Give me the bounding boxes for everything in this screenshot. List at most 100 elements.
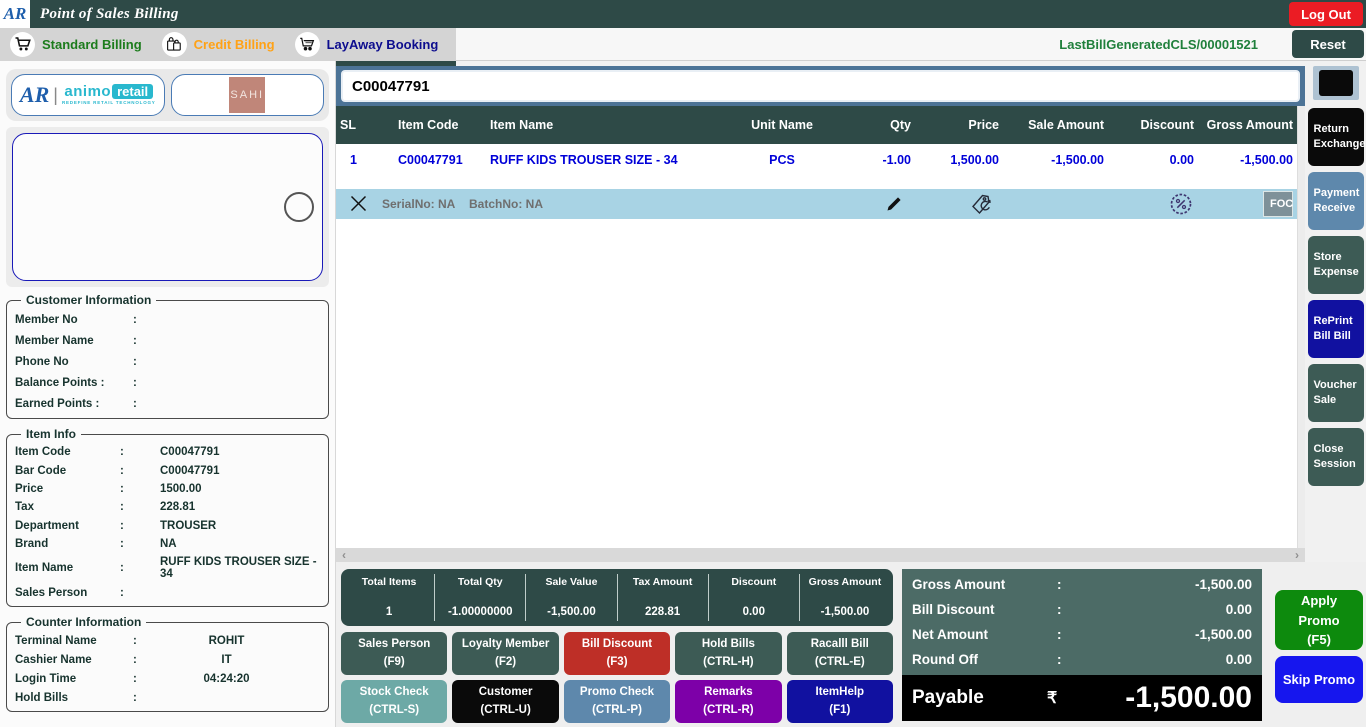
apply-promo-button[interactable]: Apply Promo (F5) [1275,590,1363,650]
reprint-bill-button[interactable]: RePrint Bill Bill [1307,300,1364,358]
info-row-item-code: Item Code : C00047791 [15,446,220,459]
app-logo-icon: AR [0,0,30,28]
summary-discount: Discount 0.00 [709,574,800,621]
totals-bill-discount: Bill Discount : 0.00 [912,602,1252,617]
stock-check-button[interactable]: Stock Check (CTRL-S) [341,680,448,723]
layaway-cart-icon [294,31,320,57]
sahi-logo-box: SAHI [170,74,324,116]
retail-word: retail [112,84,154,100]
batch-no-text: BatchNo: NA [469,197,543,211]
customer-information-legend: Customer Information [26,293,152,307]
col-header-unit-name: Unit Name [751,118,813,132]
tab-layaway-booking[interactable]: LayAway Booking [285,28,449,61]
customer-display-card [6,127,329,287]
scroll-right-arrow-icon[interactable]: › [1295,548,1299,562]
info-row-earned-points: Earned Points : : [15,397,137,410]
billing-main-area: SL Item Code Item Name Unit Name Qty Pri… [336,61,1305,562]
price-tag-sync-icon[interactable] [969,191,995,220]
cell-item-name: RUFF KIDS TROUSER SIZE - 34 [490,153,678,167]
items-table-header: SL Item Code Item Name Unit Name Qty Pri… [336,106,1297,144]
cell-sale-amount: -1,500.00 [1051,153,1104,167]
payable-label: Payable [912,687,984,708]
payment-receive-button[interactable]: Payment Receive [1307,172,1364,230]
discount-percent-icon[interactable] [1168,191,1194,220]
reset-button[interactable]: Reset [1292,30,1364,58]
skip-promo-button[interactable]: Skip Promo [1275,656,1363,703]
summary-total-items: Total Items 1 [344,574,436,621]
tab-credit-billing[interactable]: Credit Billing [152,28,285,61]
serial-no-text: SerialNo: NA [382,197,456,211]
logos-card: AR | animo retail REDEFINE RETAIL TECHNO… [6,69,329,121]
vertical-scrollbar[interactable] [1297,106,1305,548]
bill-summary-bar: Total Items 1 Total Qty -1.00000000 Sale… [341,569,893,626]
row-detail-strip: SerialNo: NA BatchNo: NA FOC [336,189,1297,219]
counter-information-panel: Counter Information Terminal Name : ROHI… [6,615,329,712]
col-header-price: Price [968,118,999,132]
promo-check-button[interactable]: Promo Check (CTRL-P) [563,680,671,723]
right-button-rail: Return Exchange Payment Receive Store Ex… [1305,61,1366,562]
item-search-band [336,66,1305,106]
voucher-sale-button[interactable]: Voucher Sale [1307,364,1364,422]
tab-label: Standard Billing [42,36,142,52]
recall-bill-button[interactable]: Racalll Bill (CTRL-E) [786,632,893,675]
cell-gross-amount: -1,500.00 [1240,153,1293,167]
totals-net-amount: Net Amount : -1,500.00 [912,627,1252,642]
customer-button[interactable]: Customer (CTRL-U) [452,680,559,723]
info-row-terminal-name: Terminal Name : ROHIT [15,634,245,647]
return-exchange-button[interactable]: Return Exchange [1307,108,1365,166]
table-row[interactable]: 1 C00047791 RUFF KIDS TROUSER SIZE - 34 … [336,144,1297,176]
sahi-logo: SAHI [229,77,266,113]
totals-gross-amount: Gross Amount : -1,500.00 [912,577,1252,592]
cell-qty: -1.00 [882,153,912,167]
app-title: Point of Sales Billing [40,5,179,22]
store-expense-button[interactable]: Store Expense [1307,236,1364,294]
content: AR | animo retail REDEFINE RETAIL TECHNO… [0,61,1366,727]
info-row-department: Department : TROUSER [15,519,217,532]
left-panel: AR | animo retail REDEFINE RETAIL TECHNO… [0,61,336,727]
scroll-left-arrow-icon[interactable]: ‹ [342,548,346,562]
info-row-brand: Brand : NA [15,538,177,551]
tab-label: LayAway Booking [326,36,439,52]
item-search-input[interactable] [341,70,1300,102]
virtual-keyboard-button[interactable] [1312,66,1359,100]
animo-retail-logo: AR | animo retail REDEFINE RETAIL TECHNO… [11,74,165,116]
customer-information-panel: Customer Information Member No : Member … [6,293,329,419]
summary-gross-amount: Gross Amount -1,500.00 [808,576,882,618]
home-button-circle [284,192,314,222]
close-session-button[interactable]: Close Session [1307,428,1364,486]
tab-standard-billing[interactable]: Standard Billing [0,28,152,61]
rupee-symbol: ₹ [1047,690,1058,707]
info-row-balance-points: Balance Points : : [15,376,137,389]
remove-item-icon[interactable] [350,195,367,215]
loyalty-member-button[interactable]: Loyalty Member (F2) [452,632,559,675]
payable-strip: Payable ₹ -1,500.00 [902,675,1262,721]
payable-value: -1,500.00 [1125,681,1252,714]
info-row-bar-code: Bar Code : C00047791 [15,464,220,477]
remarks-button[interactable]: Remarks (CTRL-R) [675,680,782,723]
col-header-item-name: Item Name [490,118,554,132]
foc-button[interactable]: FOC [1263,191,1293,217]
bill-discount-button[interactable]: Bill Discount (F3) [563,632,671,675]
cell-unit-name: PCS [769,153,795,167]
info-row-sales-person: Sales Person : [15,586,124,599]
table-empty-area [336,219,1305,548]
animo-tagline: REDEFINE RETAIL TECHNOLOGY [61,100,156,106]
cell-item-code: C00047791 [398,153,463,167]
tab-bar: Standard Billing Credit Billing LayAway … [0,27,1366,61]
item-help-button[interactable]: ItemHelp (F1) [786,680,893,723]
cell-sl: 1 [350,153,357,167]
tabs-strip: Standard Billing Credit Billing LayAway … [0,27,456,61]
bottom-section: Total Items 1 Total Qty -1.00000000 Sale… [336,562,1366,727]
info-row-price: Price : 1500.00 [15,482,202,495]
totals-rows: Gross Amount : -1,500.00 Bill Discount :… [902,569,1262,675]
hold-bills-button[interactable]: Hold Bills (CTRL-H) [675,632,782,675]
logout-button[interactable]: Log Out [1289,2,1363,26]
summary-tax-amount: Tax Amount 228.81 [618,574,709,621]
cell-discount: 0.00 [1169,153,1194,167]
cart-icon [10,31,35,57]
horizontal-scrollbar[interactable]: ‹ › [336,548,1305,562]
edit-pencil-icon[interactable] [886,196,902,215]
sales-person-button[interactable]: Sales Person (F9) [341,632,448,675]
last-bill-generated-text: LastBillGeneratedCLS/00001521 [1059,36,1258,52]
info-row-phone-no: Phone No : [15,355,137,368]
